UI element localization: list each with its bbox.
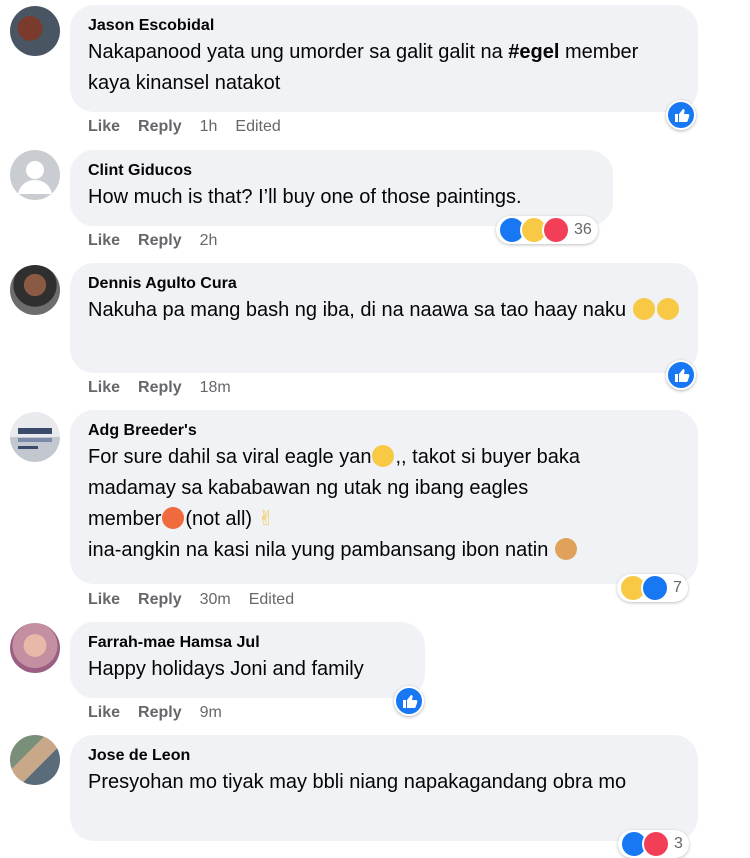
avatar[interactable]	[10, 150, 60, 200]
like-icon	[641, 574, 669, 602]
comment-timestamp[interactable]: 1h	[200, 117, 218, 137]
flushed-emoji-icon	[162, 507, 185, 529]
comment-text-part: (not all)	[185, 508, 253, 530]
comment-text-part: member	[88, 508, 162, 530]
comment-actions: Like Reply 9m	[88, 703, 240, 723]
comment-text-part: Nakuha pa mang bash ng iba, di na naawa …	[88, 299, 627, 321]
commenter-name[interactable]: Farrah-mae Hamsa Jul	[88, 632, 407, 654]
comment-timestamp[interactable]: 18m	[200, 378, 231, 398]
reaction-summary[interactable]: 3	[618, 830, 689, 858]
like-link[interactable]: Like	[88, 703, 120, 723]
edited-label[interactable]: Edited	[235, 117, 280, 137]
rolling-eyes-emoji-icon	[656, 298, 679, 320]
like-reaction-icon	[666, 360, 696, 390]
comment-text-part: ina-angkin na kasi nila yung pambansang …	[88, 539, 549, 561]
avatar[interactable]	[10, 6, 60, 56]
reply-link[interactable]: Reply	[138, 378, 182, 398]
comment-actions: Like Reply 30m Edited	[88, 590, 294, 610]
avatar[interactable]	[10, 735, 60, 785]
reply-link[interactable]: Reply	[138, 117, 182, 137]
like-link[interactable]: Like	[88, 231, 120, 251]
avatar[interactable]	[10, 412, 60, 462]
reaction-summary[interactable]: 7	[617, 574, 688, 602]
like-link[interactable]: Like	[88, 117, 120, 137]
comment-text: How much is that? I’ll buy one of those …	[88, 186, 522, 208]
reply-link[interactable]: Reply	[138, 703, 182, 723]
comment-text-part: ,, takot si buyer baka	[395, 446, 581, 468]
hashtag-link[interactable]: #egel	[508, 41, 559, 63]
comment-text-part: For sure dahil sa viral eagle yan	[88, 446, 372, 468]
victory-hand-icon: ✌	[257, 508, 275, 530]
comment-text: Nakapanood yata ung umorder sa galit gal…	[88, 37, 680, 99]
flushed-emoji-icon	[632, 298, 655, 320]
person-shrugging-icon	[554, 538, 577, 560]
comment-bubble: Jason Escobidal Nakapanood yata ung umor…	[70, 5, 698, 112]
comment-timestamp[interactable]: 30m	[200, 590, 231, 610]
comment-text: Happy holidays Joni and family	[88, 658, 364, 680]
commenter-name[interactable]: Jose de Leon	[88, 745, 680, 767]
commenter-name[interactable]: Adg Breeder's	[88, 420, 680, 442]
edited-label[interactable]: Edited	[249, 590, 294, 610]
comment-timestamp[interactable]: 9m	[200, 703, 222, 723]
comment-actions: Like Reply 18m	[88, 378, 249, 398]
comment-bubble: Adg Breeder's For sure dahil sa viral ea…	[70, 410, 698, 584]
comment-text-part: Nakapanood yata ung umorder sa galit gal…	[88, 41, 509, 63]
avatar[interactable]	[10, 265, 60, 315]
comment-text: Presyohan mo tiyak may bbli niang napaka…	[88, 771, 627, 793]
comment-bubble: Farrah-mae Hamsa Jul Happy holidays Joni…	[70, 622, 425, 698]
worried-emoji-icon	[372, 445, 395, 467]
like-link[interactable]: Like	[88, 378, 120, 398]
commenter-name[interactable]: Jason Escobidal	[88, 15, 680, 37]
comment-text-part: madamay sa kababawan ng utak ng ibang ea…	[88, 477, 529, 499]
comment-text: For sure dahil sa viral eagle yan ,, tako…	[88, 442, 680, 566]
default-avatar-icon	[18, 161, 52, 194]
like-link[interactable]: Like	[88, 590, 120, 610]
reply-link[interactable]: Reply	[138, 590, 182, 610]
like-reaction-icon	[666, 100, 696, 130]
reply-link[interactable]: Reply	[138, 231, 182, 251]
care-icon	[542, 216, 570, 244]
like-reaction-icon	[394, 686, 424, 716]
comment-bubble: Jose de Leon Presyohan mo tiyak may bbli…	[70, 735, 698, 841]
commenter-name[interactable]: Clint Giducos	[88, 160, 595, 182]
reaction-summary[interactable]: 36	[496, 216, 598, 244]
comment-timestamp[interactable]: 2h	[200, 231, 218, 251]
avatar[interactable]	[10, 623, 60, 673]
commenter-name[interactable]: Dennis Agulto Cura	[88, 273, 680, 295]
reaction-count: 3	[674, 835, 683, 852]
brand-logo-icon	[18, 428, 52, 449]
reaction-count: 36	[574, 221, 592, 238]
comment-bubble: Clint Giducos How much is that? I’ll buy…	[70, 150, 613, 226]
comment-actions: Like Reply 2h	[88, 231, 235, 251]
care-icon	[642, 830, 670, 858]
comment-actions: Like Reply 1h Edited	[88, 117, 281, 137]
reaction-count: 7	[673, 579, 682, 596]
comment-text: Nakuha pa mang bash ng iba, di na naawa …	[88, 295, 680, 326]
comment-bubble: Dennis Agulto Cura Nakuha pa mang bash n…	[70, 263, 698, 373]
